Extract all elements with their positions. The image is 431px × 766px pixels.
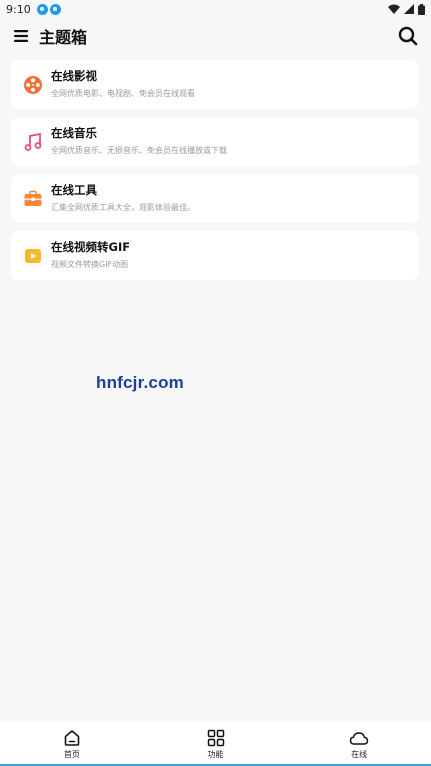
nav-label: 首页 — [63, 750, 80, 759]
card-online-music[interactable]: 在线音乐 全网优质音乐、无损音乐、免会员在线播放或下载 — [11, 117, 419, 166]
nav-item-features[interactable]: 功能 — [144, 722, 288, 764]
card-online-video[interactable]: 在线影视 全网优质电影、电视剧、免会员在线观看 — [11, 60, 419, 109]
status-bar: 9:10 — [0, 0, 431, 18]
page-title: 主题箱 — [39, 28, 88, 47]
card-title: 在线影视 — [51, 69, 97, 83]
home-icon — [62, 728, 82, 748]
app-bar: 主题箱 — [0, 18, 431, 54]
notification-icon — [49, 3, 61, 15]
feature-list: 在线影视 全网优质电影、电视剧、免会员在线观看 在线音乐 全网优质音乐、无损音乐… — [11, 60, 419, 288]
grid-icon — [206, 728, 226, 748]
signal-icon — [404, 4, 414, 14]
menu-icon[interactable] — [12, 27, 30, 45]
card-description: 全网优质音乐、无损音乐、免会员在线播放或下载 — [51, 146, 227, 155]
battery-icon — [418, 3, 425, 15]
wifi-icon — [388, 4, 400, 14]
card-title: 在线工具 — [51, 183, 97, 197]
card-description: 全网优质电影、电视剧、免会员在线观看 — [51, 89, 195, 98]
video-play-icon — [23, 246, 43, 266]
nav-label: 功能 — [207, 750, 224, 759]
card-description: 视频文件转换GIF动图 — [51, 260, 129, 269]
nav-item-online[interactable]: 在线 — [287, 722, 431, 764]
notification-icon — [36, 3, 48, 15]
card-video-to-gif[interactable]: 在线视频转GIF 视频文件转换GIF动图 — [11, 231, 419, 280]
card-description: 汇集全网优质工具大全，观影体验最佳。 — [51, 203, 195, 212]
toolbox-icon — [23, 189, 43, 209]
watermark: hnfcjr.com — [96, 373, 184, 392]
card-online-tools[interactable]: 在线工具 汇集全网优质工具大全，观影体验最佳。 — [11, 174, 419, 223]
card-title: 在线音乐 — [51, 126, 97, 140]
film-reel-icon — [23, 75, 43, 95]
nav-item-home[interactable]: 首页 — [0, 722, 144, 764]
bottom-navigation: 首页 功能 在线 — [0, 722, 431, 766]
music-note-icon — [23, 132, 43, 152]
cloud-icon — [349, 728, 369, 748]
nav-label: 在线 — [351, 750, 368, 759]
status-time: 9:10 — [6, 2, 31, 16]
search-icon[interactable] — [397, 25, 419, 47]
card-title: 在线视频转GIF — [51, 240, 131, 254]
